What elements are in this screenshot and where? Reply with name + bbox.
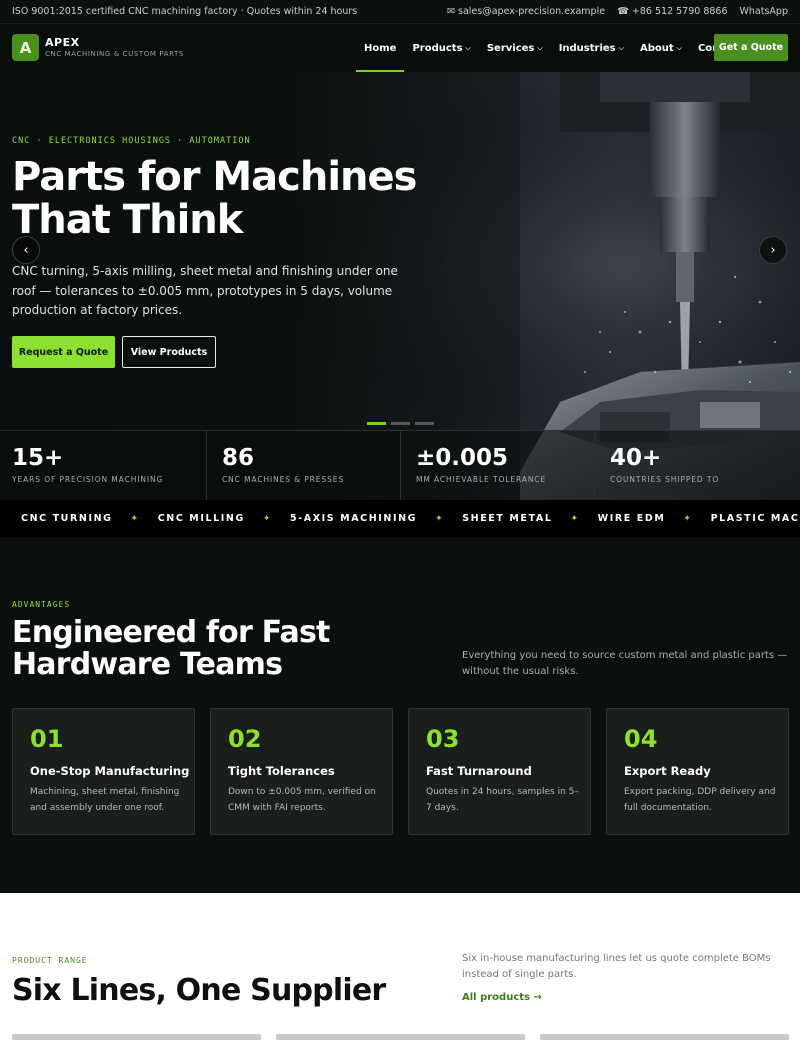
stat-label: MM ACHIEVABLE TOLERANCE	[416, 475, 547, 484]
all-products-link[interactable]: All products →	[462, 992, 542, 1003]
slider-dot[interactable]	[391, 422, 410, 425]
marquee-item: 5-AXIS MACHINING	[290, 513, 418, 524]
advantages-kicker: ADVANTAGES	[12, 600, 71, 609]
nav-industries[interactable]: Industries ⌵	[559, 24, 624, 72]
logo-mark[interactable]: A	[12, 34, 39, 61]
stat-label: COUNTRIES SHIPPED TO	[610, 475, 720, 484]
products-description: Six in-house manufacturing lines let us …	[462, 953, 771, 980]
slider-prev-button[interactable]: ‹	[12, 236, 40, 264]
advantages-title: Engineered for Fast Hardware Teams	[12, 615, 330, 682]
sparkle-icon: ✦	[435, 513, 445, 524]
marquee-item: CNC TURNING	[21, 513, 113, 524]
marquee-item: SHEET METAL	[462, 513, 553, 524]
brand-name[interactable]: APEX	[45, 36, 80, 49]
products-section: PRODUCT RANGE Six Lines, One Supplier Si…	[0, 893, 800, 1040]
hero-description: CNC turning, 5-axis milling, sheet metal…	[12, 264, 398, 317]
card-title: One-Stop Manufacturing	[30, 764, 190, 778]
stat-item: 15+ YEARS OF PRECISION MACHINING	[0, 431, 207, 501]
nav-services[interactable]: Services ⌵	[487, 24, 543, 72]
slider-dots	[367, 422, 434, 425]
request-quote-button[interactable]: Request a Quote	[12, 336, 115, 368]
chevron-right-icon: ›	[770, 242, 776, 258]
stats-bar: 15+ YEARS OF PRECISION MACHINING 86 CNC …	[0, 430, 800, 501]
chevron-down-icon: ⌵	[676, 43, 682, 52]
card-text: Export packing, DDP delivery and full do…	[624, 787, 776, 813]
nav-about-label: About	[639, 42, 674, 54]
nav-about[interactable]: About ⌵	[640, 24, 682, 72]
marquee-item: CNC MILLING	[157, 513, 245, 524]
card-title: Fast Turnaround	[426, 764, 532, 778]
advantage-card: 04 Export Ready Export packing, DDP deli…	[606, 708, 789, 835]
hero-title: Parts for Machines That Think	[12, 154, 417, 243]
card-text: Machining, sheet metal, finishing and as…	[30, 787, 180, 813]
sparkle-icon: ✦	[683, 513, 693, 524]
card-text: Quotes in 24 hours, samples in 5–7 days.	[426, 787, 579, 813]
nav-products-label: Products	[412, 42, 463, 54]
card-number: 02	[228, 725, 262, 753]
view-products-button[interactable]: View Products	[122, 336, 216, 368]
marquee-item: WIRE EDM	[597, 513, 666, 524]
whatsapp-link[interactable]: WhatsApp	[740, 6, 788, 17]
card-title: Export Ready	[624, 764, 711, 778]
stat-value: 86	[222, 445, 255, 471]
hero-kicker: CNC · ELECTRONICS HOUSINGS · AUTOMATION	[12, 136, 251, 146]
card-number: 03	[426, 725, 460, 753]
main-nav: Home Products ⌵ Services ⌵ Industries ⌵ Abo…	[355, 24, 742, 72]
product-thumbnails	[12, 1034, 789, 1040]
stat-item: 86 CNC MACHINES & PRESSES	[207, 431, 401, 501]
card-number: 01	[30, 725, 64, 753]
services-marquee: CNC TURNING ✦ CNC MILLING ✦ 5-AXIS MACHINING…	[0, 500, 800, 537]
stat-value: 40+	[610, 445, 662, 471]
stat-value: 15+	[12, 445, 64, 471]
products-kicker: PRODUCT RANGE	[12, 956, 88, 965]
advantages-section: ADVANTAGES Engineered for Fast Hardware …	[0, 537, 800, 893]
get-quote-button[interactable]: Get a Quote	[714, 34, 788, 61]
stat-item: ±0.005 MM ACHIEVABLE TOLERANCE	[401, 431, 595, 501]
email-link[interactable]: ✉ sales@apex-precision.example	[447, 6, 605, 17]
chevron-left-icon: ‹	[23, 242, 29, 258]
nav-home-label: Home	[364, 42, 397, 54]
slider-dot[interactable]	[367, 422, 386, 425]
nav-home[interactable]: Home	[355, 24, 406, 72]
product-image[interactable]	[540, 1034, 789, 1040]
marquee-track: CNC TURNING ✦ CNC MILLING ✦ 5-AXIS MACHINING…	[21, 513, 800, 524]
site-header: A APEX CNC MACHINING & CUSTOM PARTS Home…	[0, 24, 800, 72]
chevron-down-icon: ⌵	[465, 43, 471, 52]
phone-link[interactable]: ☎ +86 512 5790 8866	[617, 6, 727, 17]
marquee-item: PLASTIC MACHINING	[710, 513, 800, 524]
nav-industries-label: Industries	[558, 42, 616, 54]
card-number: 04	[624, 725, 658, 753]
top-bar: ISO 9001:2015 certified CNC machining fa…	[0, 0, 800, 24]
slider-dot[interactable]	[415, 422, 434, 425]
product-image[interactable]	[12, 1034, 261, 1040]
brand-tagline: CNC MACHINING & CUSTOM PARTS	[45, 50, 184, 58]
sparkle-icon: ✦	[130, 513, 140, 524]
advantage-card: 03 Fast Turnaround Quotes in 24 hours, s…	[408, 708, 591, 835]
chevron-down-icon: ⌵	[618, 43, 624, 52]
certification-text: ISO 9001:2015 certified CNC machining fa…	[12, 6, 358, 17]
sparkle-icon: ✦	[262, 513, 273, 524]
chevron-down-icon: ⌵	[537, 43, 543, 52]
products-title: Six Lines, One Supplier	[12, 973, 386, 1008]
card-text: Down to ±0.005 mm, verified on CMM with …	[228, 787, 376, 813]
top-contacts: ✉ sales@apex-precision.example ☎ +86 512…	[447, 6, 788, 17]
stat-value: ±0.005	[416, 445, 509, 471]
stat-label: CNC MACHINES & PRESSES	[222, 475, 345, 484]
card-title: Tight Tolerances	[228, 764, 335, 778]
sparkle-icon: ✦	[570, 513, 580, 524]
advantages-description: Everything you need to source custom met…	[462, 650, 788, 677]
nav-services-label: Services	[486, 42, 535, 54]
slider-next-button[interactable]: ›	[759, 236, 787, 264]
stat-label: YEARS OF PRECISION MACHINING	[12, 475, 164, 484]
advantage-card: 01 One-Stop Manufacturing Machining, she…	[12, 708, 195, 835]
product-image[interactable]	[276, 1034, 525, 1040]
stat-item: 40+ COUNTRIES SHIPPED TO	[595, 431, 800, 501]
advantage-cards: 01 One-Stop Manufacturing Machining, she…	[12, 708, 789, 835]
advantage-card: 02 Tight Tolerances Down to ±0.005 mm, v…	[210, 708, 393, 835]
nav-products[interactable]: Products ⌵	[412, 24, 470, 72]
